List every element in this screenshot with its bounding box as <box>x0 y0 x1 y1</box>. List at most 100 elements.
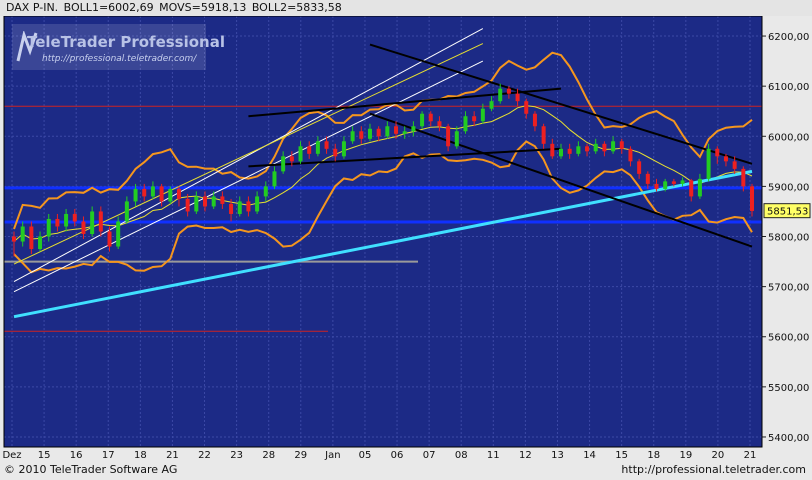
logo-title: TeleTrader Professional <box>27 33 226 51</box>
x-tick-label: 12 <box>519 450 532 461</box>
candle-body <box>602 143 607 152</box>
chart-header-bar: DAX P-IN. BOLL1=6002,69 MOVS=5918,13 BOL… <box>0 0 812 16</box>
x-tick-label: 11 <box>487 450 500 461</box>
x-tick-label: 15 <box>615 450 628 461</box>
y-tick-label: 5700,00 <box>768 283 809 294</box>
candle-body <box>133 188 138 202</box>
candle-body <box>576 146 581 154</box>
candle-body <box>663 181 668 189</box>
candle-body <box>593 143 598 152</box>
candle-body <box>55 218 60 227</box>
candle-body <box>64 213 69 227</box>
chart-footer: © 2010 TeleTrader Software AG http://pro… <box>0 461 812 480</box>
x-tick-label: 16 <box>70 450 83 461</box>
candle-body <box>454 131 459 147</box>
y-tick-label: 6200,00 <box>768 32 809 43</box>
x-tick-label: 13 <box>551 450 564 461</box>
candle-body <box>402 131 407 134</box>
candle-body <box>463 116 468 132</box>
price-chart: 6200,00 6100,00 6000,00 5900,00 5800,00 5700,… <box>0 0 812 480</box>
candle-body <box>281 156 286 172</box>
candle-body <box>671 181 676 184</box>
candle-body <box>116 221 121 247</box>
y-tick-label: 5800,00 <box>768 233 809 244</box>
candle-body <box>619 141 624 149</box>
candle-body <box>324 141 329 149</box>
x-tick-label: 18 <box>647 450 660 461</box>
x-tick-label: Dez <box>2 450 21 461</box>
candle-body <box>38 236 43 250</box>
candle-body <box>203 196 208 207</box>
candle-body <box>367 128 372 139</box>
candle-body <box>246 201 251 212</box>
y-tick-label: 5400,00 <box>768 433 809 444</box>
candle-body <box>315 141 320 154</box>
candle-body <box>20 226 25 242</box>
candle-body <box>289 156 294 162</box>
chart-header-text: DAX P-IN. BOLL1=6002,69 MOVS=5918,13 BOL… <box>6 1 342 14</box>
candle-body <box>176 188 181 199</box>
candle-body <box>90 211 95 235</box>
candle-body <box>385 126 390 137</box>
x-tick-label: 28 <box>262 450 275 461</box>
candle-body <box>750 186 754 211</box>
candle-body <box>411 126 416 132</box>
y-tick-label: 5900,00 <box>768 182 809 193</box>
symbol-label: DAX P-IN. <box>6 1 59 14</box>
candle-body <box>237 201 242 214</box>
candle-body <box>394 126 399 134</box>
candle-body <box>29 226 34 250</box>
x-tick-label: 08 <box>455 450 468 461</box>
candle-body <box>107 231 112 247</box>
candle-body <box>506 88 511 94</box>
candle-body <box>732 161 737 169</box>
candle-body <box>142 188 147 197</box>
candle-body <box>255 196 260 212</box>
candle-body <box>341 141 346 157</box>
y-tick-label: 6000,00 <box>768 132 809 143</box>
candle-body <box>697 178 702 197</box>
candle-body <box>567 148 572 154</box>
x-tick-label: 05 <box>359 450 372 461</box>
candle-body <box>472 116 477 122</box>
x-tick-label: 20 <box>712 450 725 461</box>
candle-body <box>81 221 86 235</box>
x-tick-label: 29 <box>294 450 307 461</box>
x-tick-label: 14 <box>583 450 596 461</box>
candle-body <box>637 161 642 174</box>
x-tick-label: 06 <box>391 450 404 461</box>
candle-body <box>611 141 616 152</box>
logo-url: http://professional.teletrader.com/ <box>42 54 197 64</box>
boll2-label: BOLL2=5833,58 <box>251 1 342 14</box>
x-tick-label: 21 <box>166 450 179 461</box>
candle-body <box>437 121 442 127</box>
candle-body <box>124 201 129 222</box>
candle-body <box>376 128 381 137</box>
candle-body <box>194 196 199 212</box>
candle-body <box>498 88 503 102</box>
x-tick-label: 22 <box>198 450 211 461</box>
candle-body <box>150 186 155 197</box>
candle-body <box>428 113 433 122</box>
candle-body <box>489 101 494 109</box>
x-tick-label: Jan <box>324 450 340 461</box>
y-tick-label: 5600,00 <box>768 333 809 344</box>
x-tick-label: 07 <box>423 450 436 461</box>
x-tick-label: 18 <box>134 450 147 461</box>
candle-body <box>420 113 425 127</box>
boll1-label: BOLL1=6002,69 <box>63 1 154 14</box>
x-tick-label: 23 <box>230 450 243 461</box>
candle-body <box>333 148 338 157</box>
candle-body <box>185 198 190 212</box>
candle-body <box>480 108 485 122</box>
last-price-label: 5851,53 <box>767 207 808 218</box>
candle-body <box>350 131 355 142</box>
candle-body <box>211 196 216 207</box>
candle-body <box>550 143 555 157</box>
candle-body <box>263 186 268 197</box>
candle-body <box>645 173 650 184</box>
candle-body <box>98 211 103 232</box>
candle-body <box>654 183 659 189</box>
candle-body <box>532 113 537 127</box>
footer-url: http://professional.teletrader.com <box>621 463 806 476</box>
